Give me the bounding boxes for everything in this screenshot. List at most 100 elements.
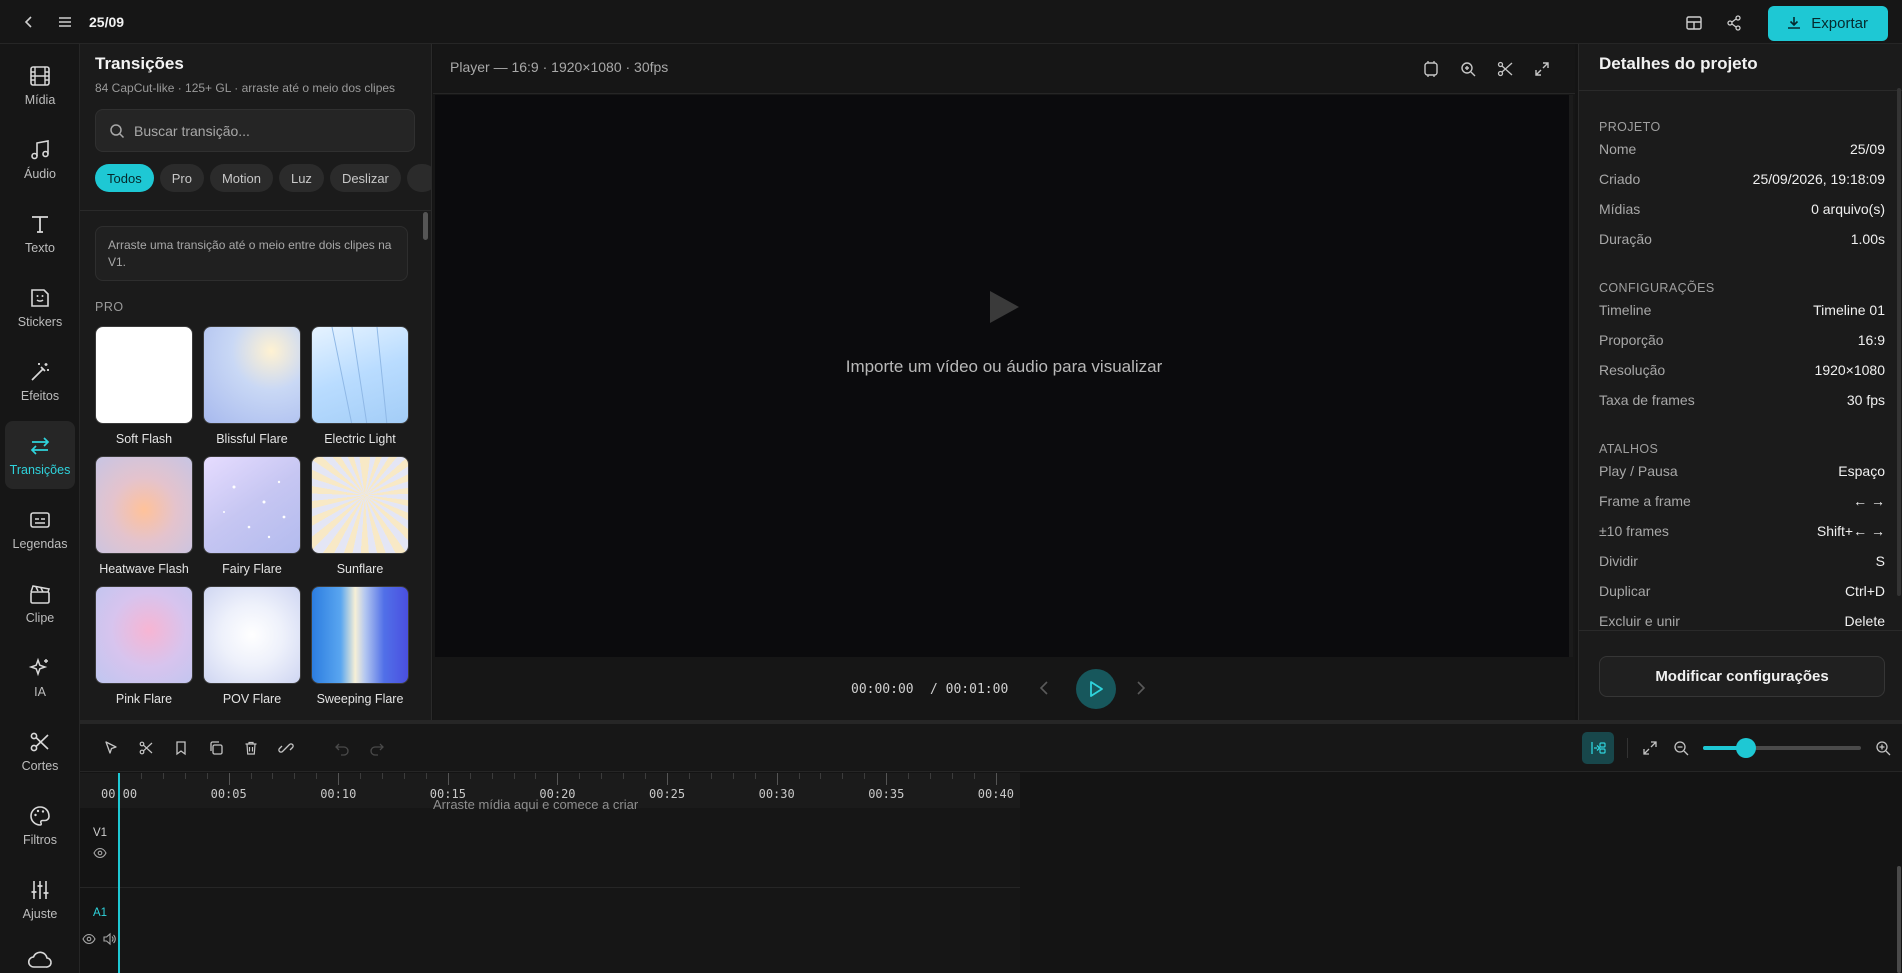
zoom-out-button[interactable] [1672,739,1690,757]
film-icon [30,65,50,86]
ruler-label: 00:35 [868,787,905,801]
menu-button[interactable] [47,4,83,40]
timeline-toolbar [80,724,1902,772]
previous-frame-button[interactable] [1038,678,1050,698]
rail-item-ia[interactable]: IA [5,643,75,711]
section-heading: CONFIGURAÇÕES [1599,281,1715,295]
panel-scrollbar[interactable] [423,212,428,240]
detail-row: Taxa de frames 30 fps [1599,392,1885,408]
volume-icon[interactable] [102,932,116,946]
magnet-snap-icon [1591,742,1606,754]
rail-label: Texto [25,240,55,255]
delete-button[interactable] [240,737,262,759]
ruler-major-tick [557,773,559,785]
eye-icon[interactable] [82,933,96,945]
eye-icon[interactable] [93,847,107,859]
undo-button[interactable] [331,737,353,759]
next-frame-button[interactable] [1135,678,1147,698]
transition-blissful-flare[interactable]: Blissful Flare [203,326,301,446]
rail-label: Mídia [24,92,56,107]
zoom-in-button[interactable] [1874,739,1892,757]
rail-label: Transições [9,462,71,477]
share-icon [1727,15,1741,31]
zoom-slider[interactable] [1703,738,1861,758]
fullscreen-button[interactable] [1529,56,1555,82]
transitions-panel: Transições 84 CapCut-like · 125+ GL · ar… [80,44,432,720]
ruler-minor-tick [184,773,186,779]
transition-soft-flash[interactable]: Soft Flash [95,326,193,446]
detail-row: Timeline Timeline 01 [1599,302,1885,318]
ruler-minor-tick [930,773,932,779]
modify-settings-button[interactable]: Modificar configurações [1599,656,1885,697]
zoom-slider-handle[interactable] [1735,738,1756,758]
rail-item-cortes[interactable]: Cortes [5,717,75,785]
undo-icon [335,743,349,756]
rail-label: Ajuste [22,906,58,921]
transition-search[interactable] [95,109,415,152]
playhead[interactable] [118,773,120,973]
rail-item-audio[interactable]: Áudio [5,125,75,193]
split-tool-button[interactable] [135,737,157,759]
rail-item-clipe[interactable]: Clipe [5,569,75,637]
thumbnail [95,326,193,424]
cloud-icon[interactable] [27,948,53,972]
transition-electric-light[interactable]: Electric Light [311,326,409,446]
timeline-scrollbar[interactable] [1897,866,1901,973]
ripple-button[interactable] [275,737,297,759]
transition-heatwave-flash[interactable]: Heatwave Flash [95,456,193,576]
snap-toggle[interactable] [1582,732,1614,764]
category-chips: Todos Pro Motion Luz Deslizar [95,164,431,192]
transition-pov-flare[interactable]: POV Flare [203,586,301,706]
select-tool-button[interactable] [100,737,122,759]
rail-item-stickers[interactable]: Stickers [5,273,75,341]
section-heading: PRO [95,300,124,314]
export-button[interactable]: Exportar [1768,5,1888,41]
marker-button[interactable] [170,737,192,759]
ruler-minor-tick [535,773,537,779]
fit-timeline-button[interactable] [1641,739,1659,757]
chevron-right-icon [1137,681,1146,695]
rail-item-filtros[interactable]: Filtros [5,791,75,859]
text-icon [32,215,48,233]
chip-more[interactable] [406,164,431,192]
rail-item-legendas[interactable]: Legendas [5,495,75,563]
copy-icon [210,741,223,755]
rail-item-texto[interactable]: Texto [5,199,75,267]
chip-deslizar[interactable]: Deslizar [329,164,401,192]
back-button[interactable] [11,4,47,40]
play-button[interactable] [1076,669,1116,709]
safe-area-button[interactable] [1418,56,1444,82]
top-bar: 25/09 Exportar [0,0,1902,44]
ruler-minor-tick [469,773,471,779]
search-input[interactable] [134,122,384,139]
rail-label: Filtros [22,832,58,847]
chip-pro[interactable]: Pro [159,164,204,192]
redo-button[interactable] [366,737,388,759]
transition-sunflare[interactable]: Sunflare [311,456,409,576]
transition-pink-flare[interactable]: Pink Flare [95,586,193,706]
rail-item-midia[interactable]: Mídia [5,51,75,119]
scissors-icon [1497,61,1513,77]
ruler-major-tick [886,773,888,785]
track-area[interactable] [118,808,1020,973]
rail-item-transicoes[interactable]: Transições [5,421,75,489]
chip-luz[interactable]: Luz [278,164,324,192]
ruler-minor-tick [842,773,844,779]
rail-item-ajuste[interactable]: Ajuste [5,865,75,933]
split-button[interactable] [1492,56,1518,82]
rail-item-efeitos[interactable]: Efeitos [5,347,75,415]
chip-motion[interactable]: Motion [209,164,273,192]
transition-sweeping-flare[interactable]: Sweeping Flare [311,586,409,706]
details-scrollbar[interactable] [1897,88,1901,596]
ruler-minor-tick [140,773,142,779]
duplicate-button[interactable] [205,737,227,759]
ruler-minor-tick [206,773,208,779]
redo-icon [370,743,384,756]
share-button[interactable] [1716,5,1752,41]
transition-fairy-flare[interactable]: Fairy Flare [203,456,301,576]
preview-canvas[interactable]: Importe um vídeo ou áudio para visualiza… [435,95,1573,657]
detail-row: Resolução 1920×1080 [1599,362,1885,378]
layout-button[interactable] [1676,5,1712,41]
zoom-preview-button[interactable] [1455,56,1481,82]
chip-todos[interactable]: Todos [95,164,154,192]
